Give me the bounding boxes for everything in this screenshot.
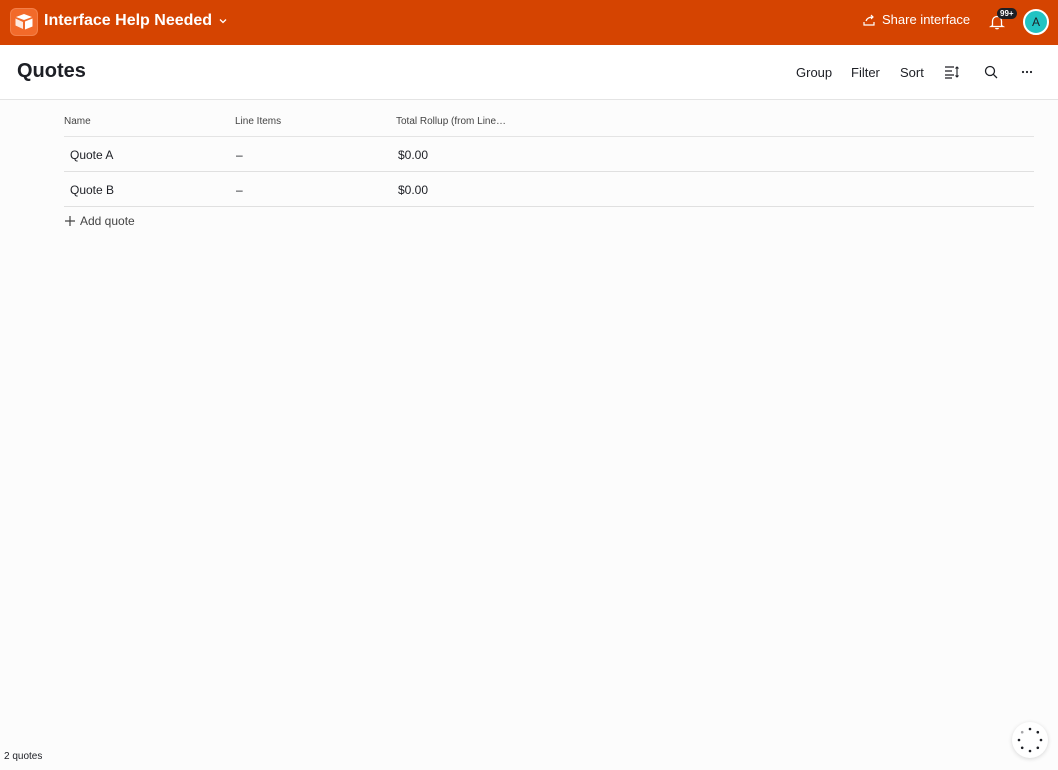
share-interface-button[interactable]: Share interface	[862, 12, 970, 27]
cell-line-items: –	[236, 183, 243, 197]
record-count: 2 quotes	[4, 751, 43, 762]
add-quote-button[interactable]: Add quote	[64, 214, 135, 228]
filter-button[interactable]: Filter	[851, 65, 880, 80]
page-title: Quotes	[17, 60, 86, 82]
share-arrow-icon	[863, 14, 875, 26]
page-header: Quotes Group Filter Sort	[0, 45, 1058, 100]
column-header-total-rollup[interactable]: Total Rollup (from Line…	[396, 116, 506, 127]
row-height-icon[interactable]	[944, 65, 960, 79]
cell-line-items: –	[236, 148, 243, 162]
group-button[interactable]: Group	[796, 65, 832, 80]
share-label: Share interface	[882, 12, 971, 27]
avatar[interactable]: A	[1023, 9, 1049, 35]
table-row[interactable]: Quote A – $0.00	[64, 137, 1034, 172]
column-header-line-items[interactable]: Line Items	[235, 116, 281, 127]
cell-name: Quote A	[70, 148, 114, 162]
column-header-name[interactable]: Name	[64, 116, 91, 127]
cell-name: Quote B	[70, 183, 115, 197]
cell-total: $0.00	[398, 183, 429, 197]
app-title-text: Interface Help Needed	[44, 12, 213, 29]
quotes-table: Name Line Items Total Rollup (from Line……	[64, 108, 1034, 207]
loading-spinner-icon	[1012, 722, 1048, 758]
sort-button[interactable]: Sort	[900, 65, 924, 80]
chevron-down-icon	[219, 19, 227, 24]
cell-total: $0.00	[398, 148, 429, 162]
more-horizontal-icon[interactable]	[1021, 70, 1033, 74]
table-row[interactable]: Quote B – $0.00	[64, 172, 1034, 207]
plus-icon	[65, 216, 75, 226]
app-title-dropdown[interactable]: Interface Help Needed	[44, 12, 228, 30]
notification-badge: 99+	[997, 8, 1017, 19]
add-quote-label: Add quote	[80, 214, 135, 228]
search-icon[interactable]	[984, 65, 998, 79]
top-bar: Interface Help Needed Share interface 99…	[0, 0, 1058, 45]
app-logo-icon[interactable]	[10, 8, 38, 36]
table-header: Name Line Items Total Rollup (from Line…	[64, 108, 1034, 137]
